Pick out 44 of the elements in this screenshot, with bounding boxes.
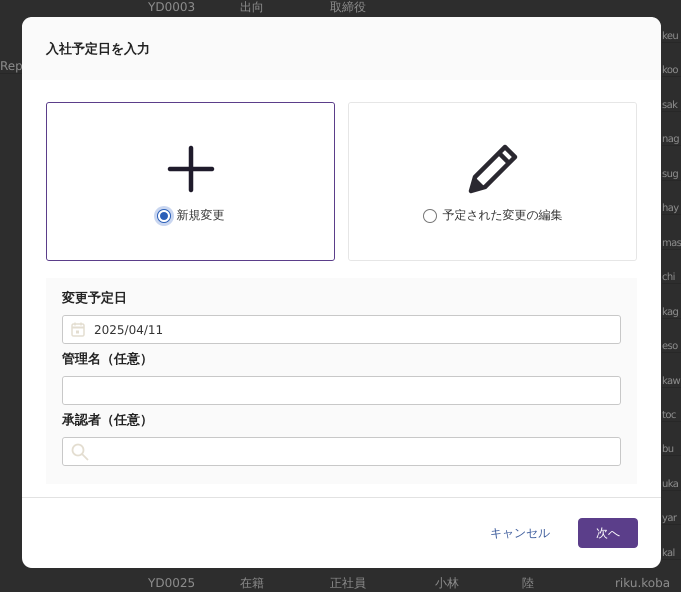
radio-button[interactable]	[156, 208, 170, 222]
option-card[interactable]: 予定された変更の編集	[348, 102, 637, 261]
table-cell: nag	[662, 134, 680, 146]
table-cell: eso	[662, 341, 678, 352]
table-cell: 小林	[435, 576, 459, 590]
table-cell: uka	[662, 478, 678, 490]
field-label: 承認者（任意）	[62, 412, 154, 429]
table-cell: hay	[662, 203, 679, 214]
table-cell: chi	[662, 272, 675, 284]
cancel-button[interactable]: キャンセル	[486, 518, 554, 548]
calendar-icon	[71, 322, 85, 337]
table-cell: 出向	[240, 0, 264, 14]
option-label: 予定された変更の編集	[442, 207, 562, 224]
input-field[interactable]	[62, 376, 621, 405]
table-cell: 在籍	[240, 576, 264, 590]
table-cell: sak	[662, 100, 678, 111]
table-cell: toc	[662, 410, 676, 421]
plus-icon	[166, 145, 214, 193]
option-label: 新規変更	[176, 207, 224, 224]
table-cell: kal	[662, 548, 675, 559]
table-cell: Rep	[0, 59, 23, 73]
table-cell: kag	[662, 306, 678, 318]
table-cell: 正社員	[330, 576, 366, 590]
table-cell: koo	[662, 65, 678, 76]
next-button[interactable]: 次へ	[578, 518, 638, 548]
table-cell: riku.koba	[615, 576, 670, 590]
table-cell: keu	[662, 31, 678, 42]
radio-button[interactable]	[422, 208, 436, 222]
date-field[interactable]: 2025/04/11	[62, 315, 621, 344]
table-cell: YD0003	[148, 0, 196, 14]
table-cell: sug	[662, 168, 678, 180]
field-label: 管理名（任意）	[62, 350, 154, 368]
table-cell: kaw	[662, 376, 680, 387]
table-cell: 陸	[522, 576, 534, 590]
table-cell: mas	[662, 238, 681, 249]
dialog-title: 入社予定日を入力	[46, 40, 150, 58]
search-icon	[71, 442, 89, 460]
search-field[interactable]	[62, 437, 621, 466]
table-cell: 取締役	[330, 0, 366, 14]
table-cell: bu	[662, 444, 674, 456]
table-cell: YD0025	[148, 576, 196, 590]
table-cell: yar	[662, 513, 676, 524]
field-label: 変更予定日	[62, 290, 128, 307]
option-card[interactable]: 新規変更	[46, 102, 335, 261]
